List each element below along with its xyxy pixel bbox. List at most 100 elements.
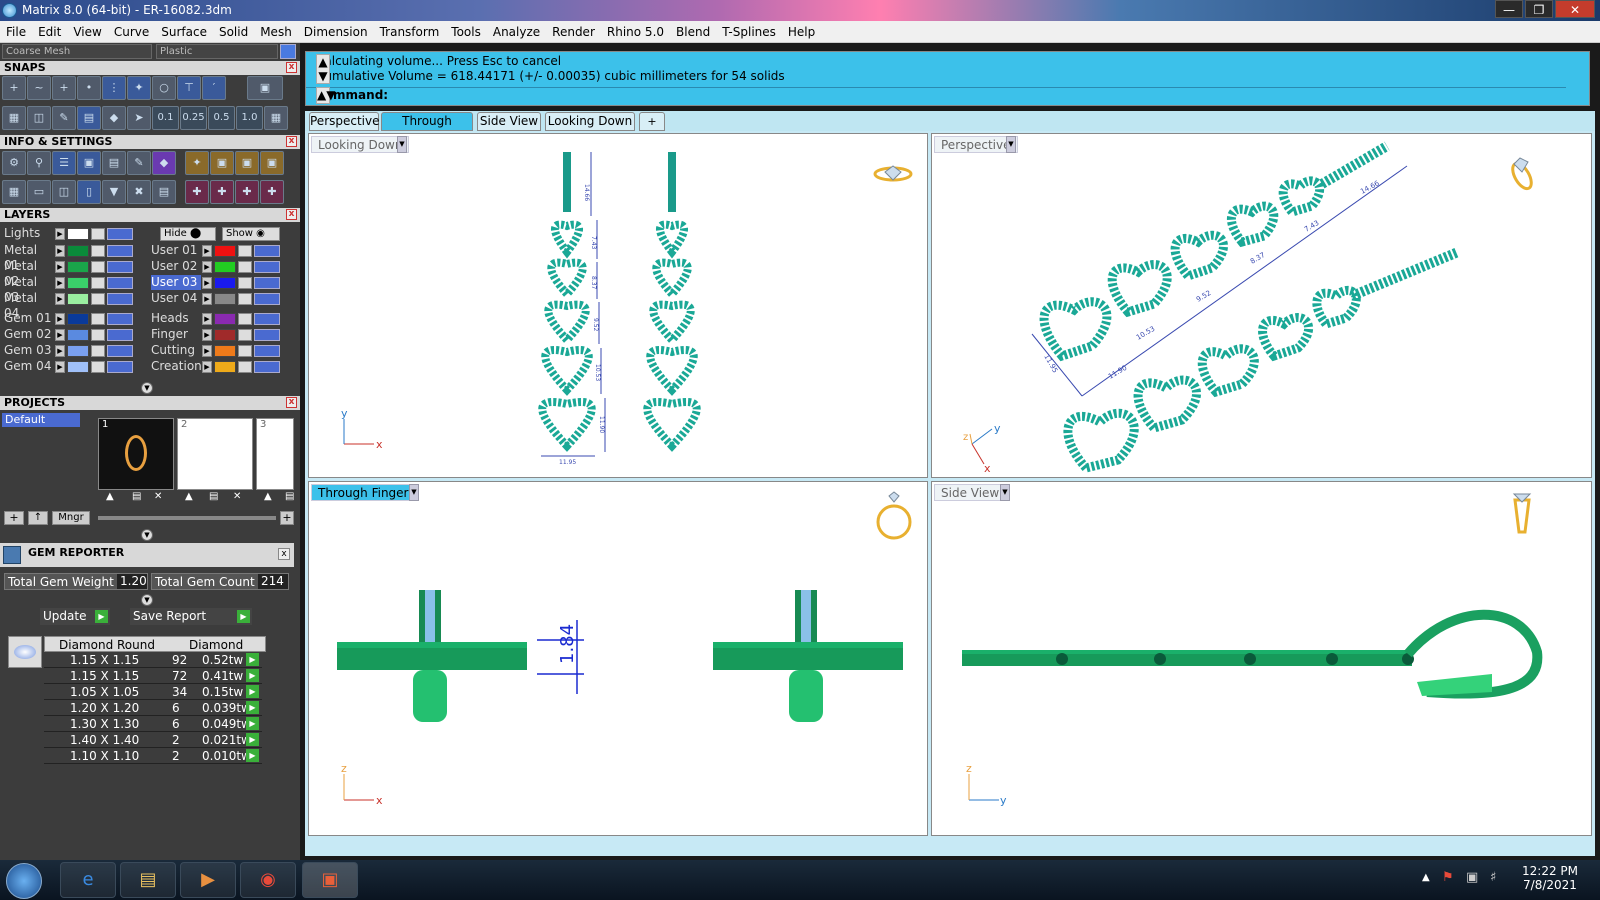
lock-icon[interactable] [238, 261, 252, 273]
play-icon[interactable]: ▶ [246, 717, 259, 730]
menu-curve[interactable]: Curve [108, 21, 155, 39]
material-dropdown[interactable]: Plastic [156, 44, 278, 59]
layer-gem-03[interactable]: Gem 03 ▶ [0, 343, 140, 358]
cursor-icon[interactable]: ➤ [127, 106, 151, 130]
save-icon[interactable]: ▤ [209, 491, 218, 502]
menu-surface[interactable]: Surface [155, 21, 213, 39]
layer-toggle[interactable] [254, 329, 280, 341]
cylinder-icon[interactable]: ▯ [77, 180, 101, 204]
add-button[interactable]: + [280, 511, 294, 525]
snap-quad-icon[interactable]: ○ [152, 76, 176, 100]
network-icon[interactable]: ▣ [1466, 870, 1478, 885]
mesh-dropdown[interactable]: Coarse Mesh [2, 44, 152, 59]
menu-help[interactable]: Help [782, 21, 821, 39]
layer-color-swatch[interactable] [214, 345, 236, 357]
layout-icon[interactable]: ▦ [2, 180, 26, 204]
layer-arrow-icon[interactable]: ▶ [202, 293, 212, 305]
add-tab-button[interactable]: + [639, 112, 665, 131]
lock-icon[interactable] [238, 245, 252, 257]
grid-value-01[interactable]: 0.1 [152, 106, 179, 130]
layer-arrow-icon[interactable]: ▶ [55, 361, 65, 373]
save-report-button[interactable]: Save Report ▶ [130, 608, 252, 625]
layer-toggle[interactable] [254, 313, 280, 325]
matrix-app-icon[interactable]: ▣ [302, 862, 358, 898]
monitor-icon[interactable]: ▭ [27, 180, 51, 204]
lock-icon[interactable] [238, 313, 252, 325]
close-icon[interactable]: x [286, 397, 297, 408]
layer-color-swatch[interactable] [67, 313, 89, 325]
viewport-perspective[interactable]: Perspective ▼ 14.66 7.43 8.37 9.52 10.53… [931, 133, 1592, 478]
layer-color-swatch[interactable] [214, 261, 236, 273]
lock-icon[interactable] [91, 228, 105, 240]
lights-color[interactable] [67, 228, 89, 240]
snap-near-icon[interactable]: ~ [27, 76, 51, 100]
zoom-icon[interactable]: ⚲ [27, 151, 51, 175]
layer-color-swatch[interactable] [67, 261, 89, 273]
layer-metal-01[interactable]: Metal 01 ▶ [0, 243, 140, 272]
layer-finger[interactable]: Finger ▶ [147, 327, 287, 342]
cube-wire-icon[interactable]: ◫ [52, 180, 76, 204]
layer-arrow-icon[interactable]: ▶ [202, 245, 212, 257]
layer-arrow-icon[interactable]: ▶ [55, 293, 65, 305]
layer-color-swatch[interactable] [67, 329, 89, 341]
layer-arrow-icon[interactable]: ▶ [55, 313, 65, 325]
menu-file[interactable]: File [0, 21, 32, 39]
lock-icon[interactable] [91, 261, 105, 273]
project-thumb-2[interactable]: 2 [177, 418, 253, 490]
layer-color-swatch[interactable] [214, 329, 236, 341]
layer-toggle[interactable] [107, 261, 133, 273]
layer-toggle[interactable] [107, 313, 133, 325]
layer-toggle[interactable] [254, 345, 280, 357]
layer-arrow-icon[interactable]: ▶ [55, 345, 65, 357]
menu-render[interactable]: Render [546, 21, 601, 39]
layer-arrow-icon[interactable]: ▶ [55, 261, 65, 273]
layer-toggle[interactable] [254, 245, 280, 257]
volume-icon[interactable]: ♯ [1490, 870, 1496, 885]
menu-solid[interactable]: Solid [213, 21, 254, 39]
delete-icon[interactable]: ✕ [154, 491, 162, 502]
menu-tools[interactable]: Tools [445, 21, 487, 39]
pen-icon[interactable]: ✎ [52, 106, 76, 130]
camera-icon[interactable]: ▣ [210, 151, 234, 175]
layer-arrow-icon[interactable]: ▶ [55, 245, 65, 257]
layer-toggle[interactable] [107, 277, 133, 289]
viewport-through-finger[interactable]: Through Finger ▼ 1.84 z x [308, 481, 928, 836]
close-icon[interactable]: x [286, 209, 297, 220]
snap-end-icon[interactable]: + [2, 76, 26, 100]
layer-gem-02[interactable]: Gem 02 ▶ [0, 327, 140, 342]
layer-toggle[interactable] [254, 261, 280, 273]
layer-gem-01[interactable]: Gem 01 ▶ [0, 311, 140, 326]
chrome-icon[interactable]: ◉ [240, 862, 296, 898]
snap-tan-icon[interactable]: ′ [202, 76, 226, 100]
layer-creation[interactable]: Creation ▶ [147, 359, 287, 374]
layer-toggle[interactable] [107, 293, 133, 305]
layer-arrow-icon[interactable]: ▶ [202, 277, 212, 289]
command-prompt[interactable]: Command: [306, 87, 1566, 102]
layer-user-03[interactable]: User 03 ▶ [147, 275, 287, 290]
project-slider[interactable] [98, 516, 276, 520]
layer-color-swatch[interactable] [67, 245, 89, 257]
report-icon[interactable]: ▤ [152, 180, 176, 204]
snap-cen-icon[interactable]: ⋮ [102, 76, 126, 100]
layer-toggle[interactable] [254, 293, 280, 305]
lock-icon[interactable] [91, 293, 105, 305]
layer-color-swatch[interactable] [214, 361, 236, 373]
action-center-icon[interactable]: ⚑ [1442, 870, 1454, 885]
move-icon[interactable]: ✚ [185, 180, 209, 204]
layer-toggle[interactable] [254, 361, 280, 373]
tab-through-finger[interactable]: Through Finger [381, 112, 473, 145]
export-icon[interactable]: ▣ [260, 151, 284, 175]
scale-icon[interactable]: ✚ [210, 180, 234, 204]
close-icon[interactable]: x [278, 548, 290, 560]
up-project-button[interactable]: ↑ [28, 511, 48, 525]
layer-color-swatch[interactable] [214, 245, 236, 257]
layer-color-swatch[interactable] [214, 277, 236, 289]
close-icon[interactable]: x [286, 136, 297, 147]
edit-icon[interactable]: ✎ [127, 151, 151, 175]
layer-arrow-icon[interactable]: ▶ [202, 313, 212, 325]
menu-transform[interactable]: Transform [374, 21, 446, 39]
menu-dimension[interactable]: Dimension [298, 21, 374, 39]
layer-color-swatch[interactable] [214, 313, 236, 325]
cube-icon[interactable]: ▣ [77, 151, 101, 175]
media-player-icon[interactable]: ▶ [180, 862, 236, 898]
